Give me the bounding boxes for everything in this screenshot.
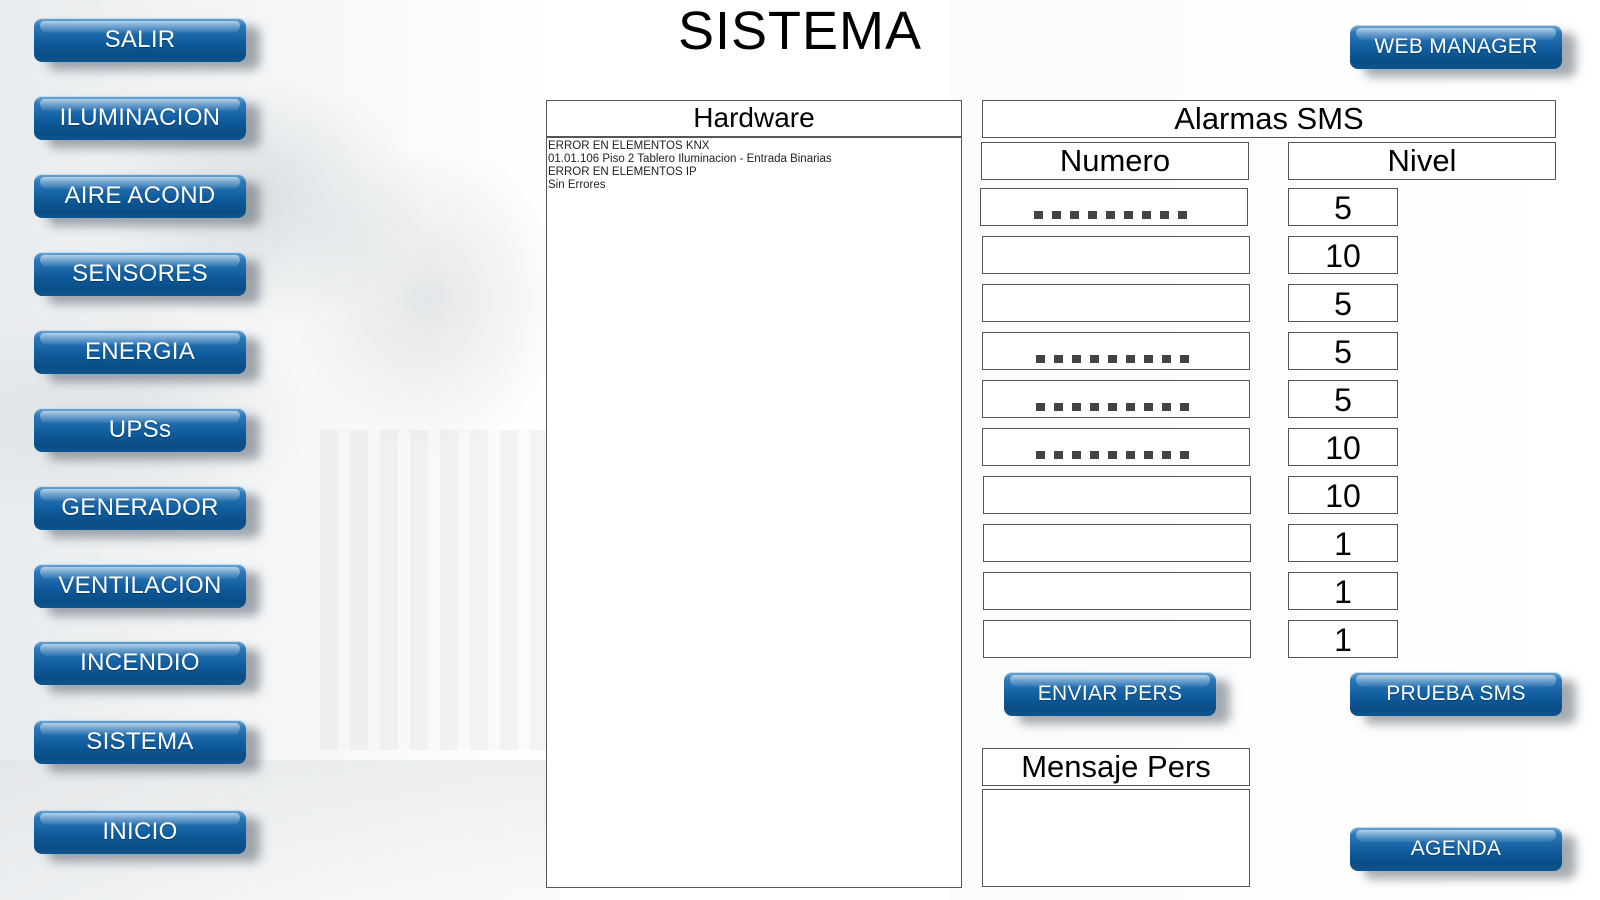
nivel-field[interactable]: 1 — [1288, 572, 1398, 610]
nivel-field[interactable]: 10 — [1288, 236, 1398, 274]
nav-iluminacion-button[interactable]: ILUMINACION — [34, 96, 246, 140]
nav-energia-button[interactable]: ENERGIA — [34, 330, 246, 374]
masked-number — [1034, 211, 1194, 219]
nav-salir-button[interactable]: SALIR — [34, 18, 246, 62]
numero-field[interactable] — [983, 476, 1251, 514]
prueba-sms-button[interactable]: PRUEBA SMS — [1350, 672, 1562, 716]
nav-upss-label: UPSs — [108, 416, 172, 443]
numero-field[interactable] — [982, 284, 1250, 322]
numero-field[interactable] — [982, 428, 1250, 466]
web-manager-button[interactable]: WEB MANAGER — [1350, 25, 1562, 69]
nav-inicio-label: INICIO — [102, 818, 178, 845]
nav-inicio-button[interactable]: INICIO — [34, 810, 246, 854]
nav-aire-acond-label: AIRE ACOND — [64, 182, 216, 209]
mensaje-pers-field[interactable] — [982, 789, 1250, 887]
numero-field[interactable] — [982, 236, 1250, 274]
nav-sistema-label: SISTEMA — [86, 728, 194, 755]
nivel-field[interactable]: 10 — [1288, 476, 1398, 514]
hardware-log-line: ERROR EN ELEMENTOS IP — [548, 166, 697, 178]
masked-number — [1036, 355, 1196, 363]
numero-header: Numero — [981, 142, 1249, 180]
hardware-log-line: Sin Errores — [548, 179, 606, 191]
nivel-field[interactable]: 5 — [1288, 380, 1398, 418]
numero-field[interactable] — [982, 380, 1250, 418]
numero-field[interactable] — [980, 188, 1248, 226]
numero-field[interactable] — [982, 332, 1250, 370]
nav-ventilacion-button[interactable]: VENTILACION — [34, 564, 246, 608]
nav-energia-label: ENERGIA — [84, 338, 196, 365]
nav-incendio-label: INCENDIO — [80, 649, 200, 676]
hardware-log: ERROR EN ELEMENTOS KNX 01.01.106 Piso 2 … — [546, 137, 962, 888]
nav-sensores-button[interactable]: SENSORES — [34, 252, 246, 296]
nav-incendio-button[interactable]: INCENDIO — [34, 641, 246, 685]
numero-field[interactable] — [983, 524, 1251, 562]
nav-ventilacion-label: VENTILACION — [58, 572, 222, 599]
background-building — [320, 430, 550, 750]
web-manager-label: WEB MANAGER — [1374, 35, 1538, 58]
nav-upss-button[interactable]: UPSs — [34, 408, 246, 452]
nivel-header: Nivel — [1288, 142, 1556, 180]
hardware-header: Hardware — [546, 100, 962, 137]
nav-generador-label: GENERADOR — [61, 494, 219, 521]
masked-number — [1036, 451, 1196, 459]
nav-salir-label: SALIR — [104, 26, 176, 53]
nav-aire-acond-button[interactable]: AIRE ACOND — [34, 174, 246, 218]
nivel-field[interactable]: 1 — [1288, 620, 1398, 658]
nivel-field[interactable]: 5 — [1288, 188, 1398, 226]
enviar-pers-label: ENVIAR PERS — [1037, 682, 1183, 705]
hardware-log-line: ERROR EN ELEMENTOS KNX — [548, 140, 710, 152]
enviar-pers-button[interactable]: ENVIAR PERS — [1004, 672, 1216, 716]
numero-field[interactable] — [983, 620, 1251, 658]
nav-iluminacion-label: ILUMINACION — [59, 104, 221, 131]
mensaje-pers-header: Mensaje Pers — [982, 748, 1250, 786]
agenda-button[interactable]: AGENDA — [1350, 827, 1562, 871]
nivel-field[interactable]: 5 — [1288, 284, 1398, 322]
nav-sistema-button[interactable]: SISTEMA — [34, 720, 246, 764]
nivel-field[interactable]: 5 — [1288, 332, 1398, 370]
nivel-field[interactable]: 10 — [1288, 428, 1398, 466]
page-title: SISTEMA — [677, 1, 923, 61]
agenda-label: AGENDA — [1410, 837, 1502, 860]
masked-number — [1036, 403, 1196, 411]
alarmas-sms-header: Alarmas SMS — [982, 100, 1556, 138]
hardware-log-line: 01.01.106 Piso 2 Tablero Iluminacion - E… — [548, 153, 832, 165]
nivel-field[interactable]: 1 — [1288, 524, 1398, 562]
prueba-sms-label: PRUEBA SMS — [1386, 682, 1526, 705]
nav-generador-button[interactable]: GENERADOR — [34, 486, 246, 530]
nav-sensores-label: SENSORES — [72, 260, 208, 287]
numero-field[interactable] — [983, 572, 1251, 610]
